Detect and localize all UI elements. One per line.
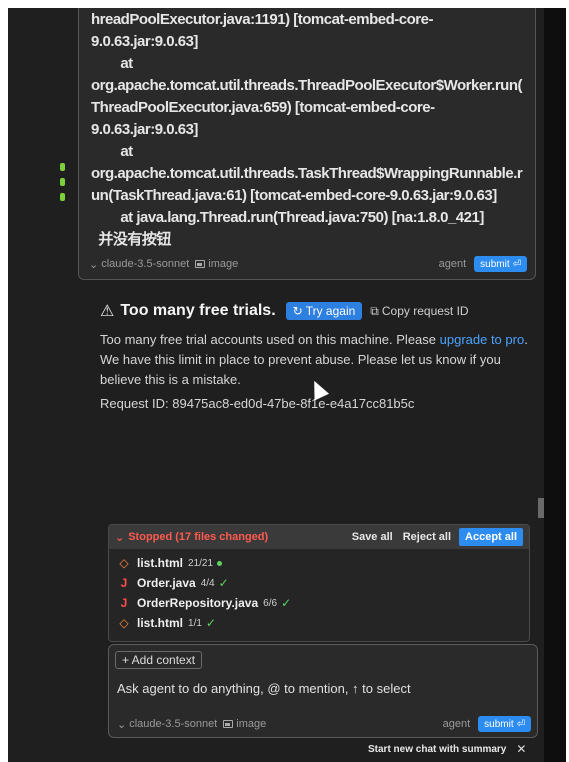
change-count: 4/4 (200, 577, 215, 589)
gutter-marker (60, 193, 65, 201)
gutter-marker (60, 163, 65, 171)
stopped-label: Stopped (17 files changed) (128, 531, 269, 543)
model-label: claude-3.5-sonnet (129, 718, 218, 730)
close-icon[interactable]: ✕ (516, 742, 526, 756)
file-name: list.html (137, 616, 184, 630)
log-line: hreadPoolExecutor.java:1191) [tomcat-emb… (91, 11, 433, 28)
log-line: 9.0.63.jar:9.0.63] (91, 121, 198, 138)
mode-label[interactable]: agent (439, 258, 467, 270)
html-file-icon: ◇ (119, 556, 129, 570)
composer-footer: ⌄ claude-3.5-sonnet image agent submit ⏎ (117, 715, 531, 733)
html-file-icon: ◇ (119, 616, 129, 630)
image-button[interactable]: image (223, 718, 266, 730)
model-label: claude-3.5-sonnet (101, 258, 190, 270)
changed-file-row[interactable]: ◇ list.html 1/1 ✓ (117, 613, 521, 633)
image-icon (223, 720, 234, 728)
changed-file-row[interactable]: ◇ list.html 21/21 (117, 553, 521, 573)
log-line: ThreadPoolExecutor.java:659) [tomcat-emb… (91, 99, 435, 116)
new-chat-bar: Start new chat with summary ✕ (368, 742, 526, 756)
submit-label: submit (484, 718, 514, 730)
image-label: image (208, 258, 239, 270)
image-label: image (236, 718, 267, 730)
log-line: at java.lang.Thread.run(Thread.java:750)… (91, 209, 484, 226)
submit-button[interactable]: submit ⏎ (478, 716, 531, 732)
previous-message-footer: ⌄ claude-3.5-sonnet image agent submit ⏎ (89, 255, 527, 273)
copy-request-id-button[interactable]: ⧉ Copy request ID (370, 304, 468, 319)
submit-button[interactable]: submit ⏎ (474, 256, 527, 272)
enter-icon: ⏎ (516, 718, 525, 730)
warning-icon: ⚠ (100, 303, 115, 320)
error-body-text: Too many free trial accounts used on thi… (100, 332, 440, 347)
stopped-toggle[interactable]: ⌄ Stopped (17 files changed) (115, 531, 268, 544)
change-count: 6/6 (263, 597, 278, 609)
changes-header: ⌄ Stopped (17 files changed) Save all Re… (109, 525, 529, 549)
previous-message-box[interactable]: hreadPoolExecutor.java:1191) [tomcat-emb… (78, 8, 536, 280)
gutter-change-markers (60, 163, 66, 208)
java-file-icon: J (120, 576, 128, 590)
mode-label[interactable]: agent (443, 718, 471, 730)
checkmark-icon: ✓ (218, 576, 229, 590)
prompt-input[interactable]: Ask agent to do anything, @ to mention, … (117, 681, 411, 696)
model-selector[interactable]: ⌄ claude-3.5-sonnet (89, 258, 189, 271)
try-again-button[interactable]: ↻ Try again (285, 302, 363, 320)
checkmark-icon: ✓ (205, 616, 216, 630)
ide-screen: hreadPoolExecutor.java:1191) [tomcat-emb… (8, 8, 566, 762)
change-count: 1/1 (188, 617, 202, 629)
log-line: at (91, 55, 133, 72)
log-line: un(TaskThread.java:61) [tomcat-embed-cor… (91, 187, 497, 204)
chat-composer[interactable]: + Add context Ask agent to do anything, … (108, 644, 538, 738)
error-title: Too many free trials. (120, 302, 276, 319)
image-button[interactable]: image (195, 258, 238, 270)
chevron-down-icon: ⌄ (117, 718, 127, 731)
log-line: at (91, 143, 133, 160)
chevron-down-icon: ⌄ (115, 531, 125, 544)
file-name: Order.java (137, 576, 196, 590)
copy-request-label: Copy request ID (381, 304, 469, 318)
save-all-button[interactable]: Save all (352, 531, 393, 543)
enter-icon: ⏎ (512, 258, 521, 270)
log-line: 9.0.63.jar:9.0.63] (91, 33, 198, 50)
error-header: ⚠ Too many free trials. ↻ Try again ⧉ Co… (100, 298, 540, 324)
try-again-label: Try again (305, 304, 356, 318)
status-dot-icon (217, 560, 223, 566)
file-changes-panel: ⌄ Stopped (17 files changed) Save all Re… (108, 524, 530, 642)
request-id: Request ID: 89475ac8-ed0d-47be-8f1e-e4a1… (100, 396, 415, 411)
file-name: list.html (137, 556, 184, 570)
gutter-marker (60, 178, 65, 186)
screen-bezel (544, 8, 566, 762)
start-new-chat-button[interactable]: Start new chat with summary (368, 744, 506, 755)
model-selector[interactable]: ⌄ claude-3.5-sonnet (117, 718, 217, 731)
accept-all-button[interactable]: Accept all (459, 528, 523, 546)
image-icon (195, 260, 206, 268)
file-name: OrderRepository.java (137, 596, 259, 610)
log-line: org.apache.tomcat.util.threads.TaskThrea… (91, 165, 523, 182)
log-line: org.apache.tomcat.util.threads.ThreadPoo… (91, 77, 523, 94)
reject-all-button[interactable]: Reject all (403, 531, 451, 543)
changed-file-row[interactable]: J OrderRepository.java 6/6 ✓ (117, 593, 521, 613)
java-file-icon: J (120, 596, 128, 610)
copy-icon: ⧉ (370, 303, 379, 318)
refresh-icon: ↻ (292, 304, 303, 318)
changed-file-list: ◇ list.html 21/21 J Order.java 4/4 ✓ J OrderRepo… (109, 549, 529, 637)
changed-file-row[interactable]: J Order.java 4/4 ✓ (117, 573, 521, 593)
chevron-down-icon: ⌄ (89, 258, 99, 271)
stack-trace-text: hreadPoolExecutor.java:1191) [tomcat-emb… (91, 9, 531, 251)
add-context-button[interactable]: + Add context (115, 651, 203, 669)
checkmark-icon: ✓ (281, 596, 292, 610)
change-count: 21/21 (188, 557, 214, 569)
submit-label: submit (480, 258, 510, 270)
upgrade-link[interactable]: upgrade to pro (440, 332, 525, 347)
log-line: 并没有按钮 (91, 231, 171, 248)
